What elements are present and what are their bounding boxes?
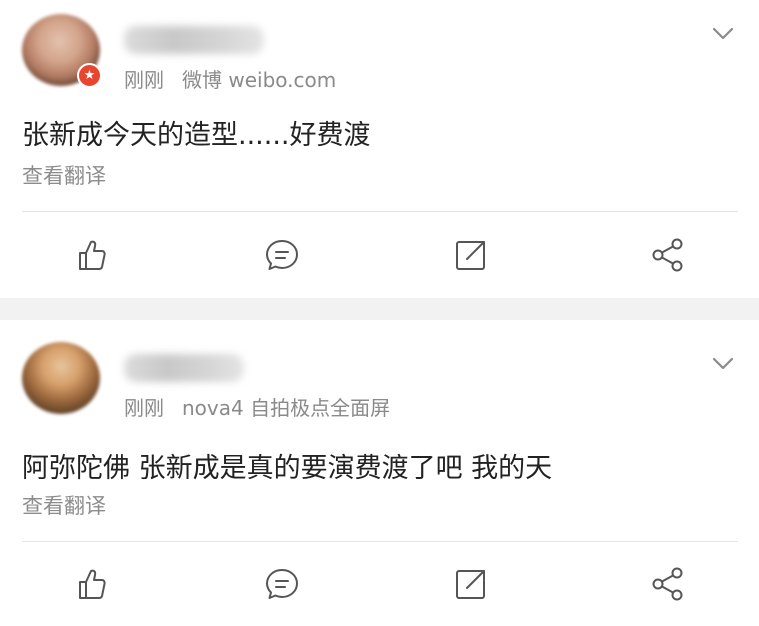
translate-link[interactable]: 查看翻译	[22, 490, 106, 520]
chevron-down-icon[interactable]	[708, 18, 738, 48]
post-meta: 刚刚 nova4 自拍极点全面屏	[124, 392, 390, 421]
repost-icon	[456, 241, 485, 270]
share-icon	[652, 567, 683, 601]
post-source: nova4 自拍极点全面屏	[182, 396, 391, 420]
translate-link[interactable]: 查看翻译	[22, 160, 106, 190]
avatar[interactable]	[22, 342, 100, 414]
post-text: 阿弥陀佛 张新成是真的要演费渡了吧 我的天	[22, 453, 553, 484]
repost-button[interactable]	[451, 235, 491, 275]
share-button[interactable]	[648, 564, 688, 604]
thumbs-up-icon	[79, 240, 106, 270]
like-button[interactable]	[70, 564, 110, 604]
repost-icon	[456, 570, 485, 599]
comment-bubble-icon	[266, 569, 298, 599]
post-source: 微博 weibo.com	[182, 68, 337, 92]
username-blurred[interactable]	[124, 26, 264, 54]
verified-badge: ★	[77, 63, 102, 88]
username-blurred[interactable]	[124, 354, 244, 382]
comment-button[interactable]	[262, 564, 302, 604]
post-time: 刚刚	[124, 68, 164, 92]
divider	[22, 211, 738, 212]
chevron-down-icon[interactable]	[708, 348, 738, 378]
share-button[interactable]	[648, 235, 688, 275]
divider	[22, 541, 738, 542]
comment-button[interactable]	[262, 235, 302, 275]
thumbs-up-icon	[79, 569, 106, 599]
post-text: 张新成今天的造型......好费渡	[22, 120, 371, 151]
post-separator	[0, 298, 759, 320]
share-icon	[652, 238, 683, 272]
post-card: 刚刚 nova4 自拍极点全面屏 阿弥陀佛 张新成是真的要演费渡了吧 我的天 查看…	[0, 320, 759, 626]
repost-button[interactable]	[451, 564, 491, 604]
post-meta: 刚刚 微博 weibo.com	[124, 64, 336, 93]
like-button[interactable]	[70, 235, 110, 275]
post-card: ★ 刚刚 微博 weibo.com 张新成今天的造型......好费渡 查看翻译	[0, 0, 759, 298]
post-time: 刚刚	[124, 396, 164, 420]
comment-bubble-icon	[266, 240, 298, 270]
